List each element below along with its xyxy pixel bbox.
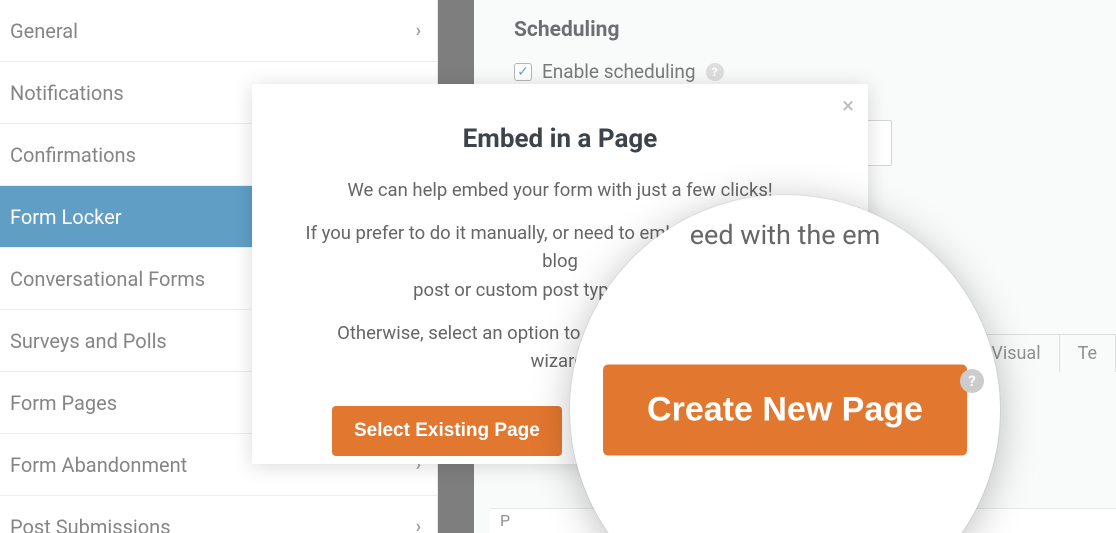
create-new-page-button-zoomed[interactable]: Create New Page: [603, 365, 967, 456]
zoom-context-text: eed with the em: [690, 219, 881, 251]
help-icon[interactable]: ?: [960, 369, 984, 393]
zoom-lens: eed with the em Create New Page ?: [570, 195, 1000, 533]
modal-title: Embed in a Page: [296, 124, 824, 154]
select-existing-page-button[interactable]: Select Existing Page: [332, 406, 562, 456]
close-icon[interactable]: ×: [842, 94, 854, 119]
